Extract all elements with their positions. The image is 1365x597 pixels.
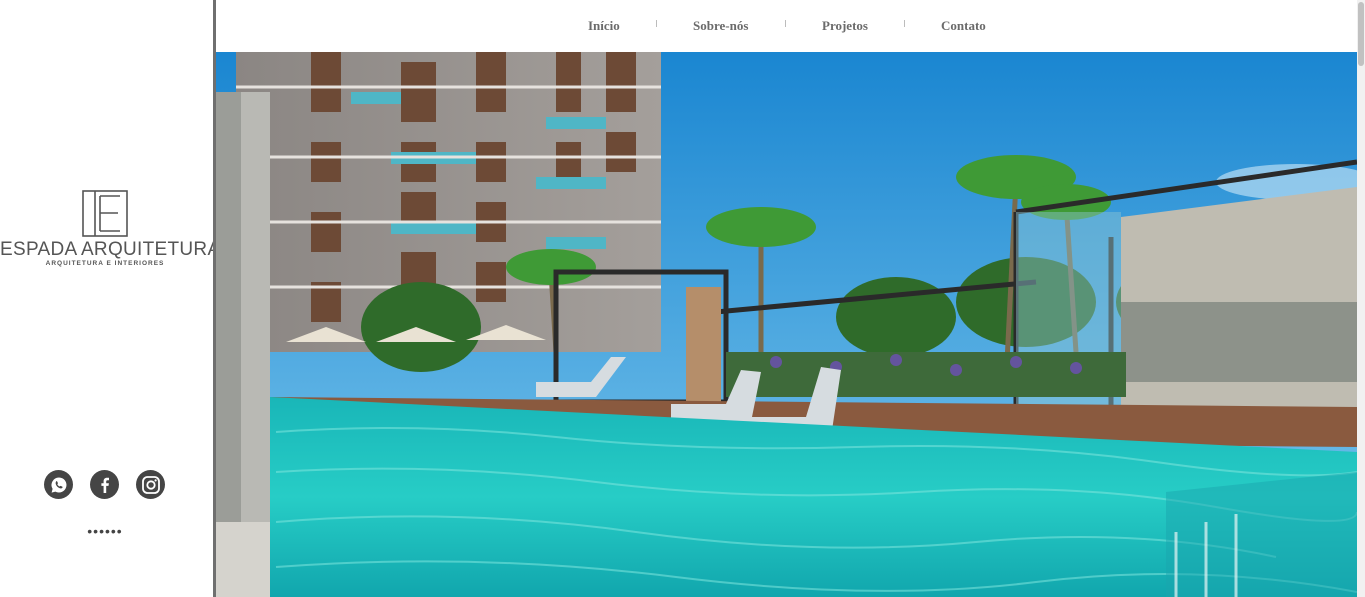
brand-name: ESPADA ARQUITETURA (0, 239, 221, 260)
facebook-icon (100, 477, 109, 493)
instagram-icon (141, 475, 160, 494)
brand-tagline: ARQUITETURA E INTERIORES (45, 260, 165, 267)
facebook-link[interactable] (90, 470, 119, 499)
whatsapp-link[interactable] (44, 470, 73, 499)
logo[interactable]: ESPADA ARQUITETURA ARQUITETURA E INTERIO… (0, 190, 221, 268)
top-nav: Início Sobre-nós Projetos Contato (216, 0, 1357, 52)
logo-mark-icon (82, 190, 128, 237)
social-links (44, 470, 165, 499)
nav-separator (656, 20, 657, 27)
instagram-link[interactable] (136, 470, 165, 499)
nav-item-projetos[interactable]: Projetos (822, 18, 868, 34)
nav-separator (785, 20, 786, 27)
scrollbar-thumb[interactable] (1358, 2, 1364, 66)
nav-separator (904, 20, 905, 27)
slider-dots[interactable]: •••••• (0, 524, 210, 538)
whatsapp-icon (51, 477, 66, 493)
sidebar: ESPADA ARQUITETURA ARQUITETURA E INTERIO… (0, 0, 221, 597)
hero-image (216, 52, 1357, 597)
page-scrollbar[interactable] (1357, 0, 1365, 597)
nav-item-inicio[interactable]: Início (588, 18, 620, 34)
nav-item-sobre-nos[interactable]: Sobre-nós (693, 18, 748, 34)
nav-item-contato[interactable]: Contato (941, 18, 986, 34)
